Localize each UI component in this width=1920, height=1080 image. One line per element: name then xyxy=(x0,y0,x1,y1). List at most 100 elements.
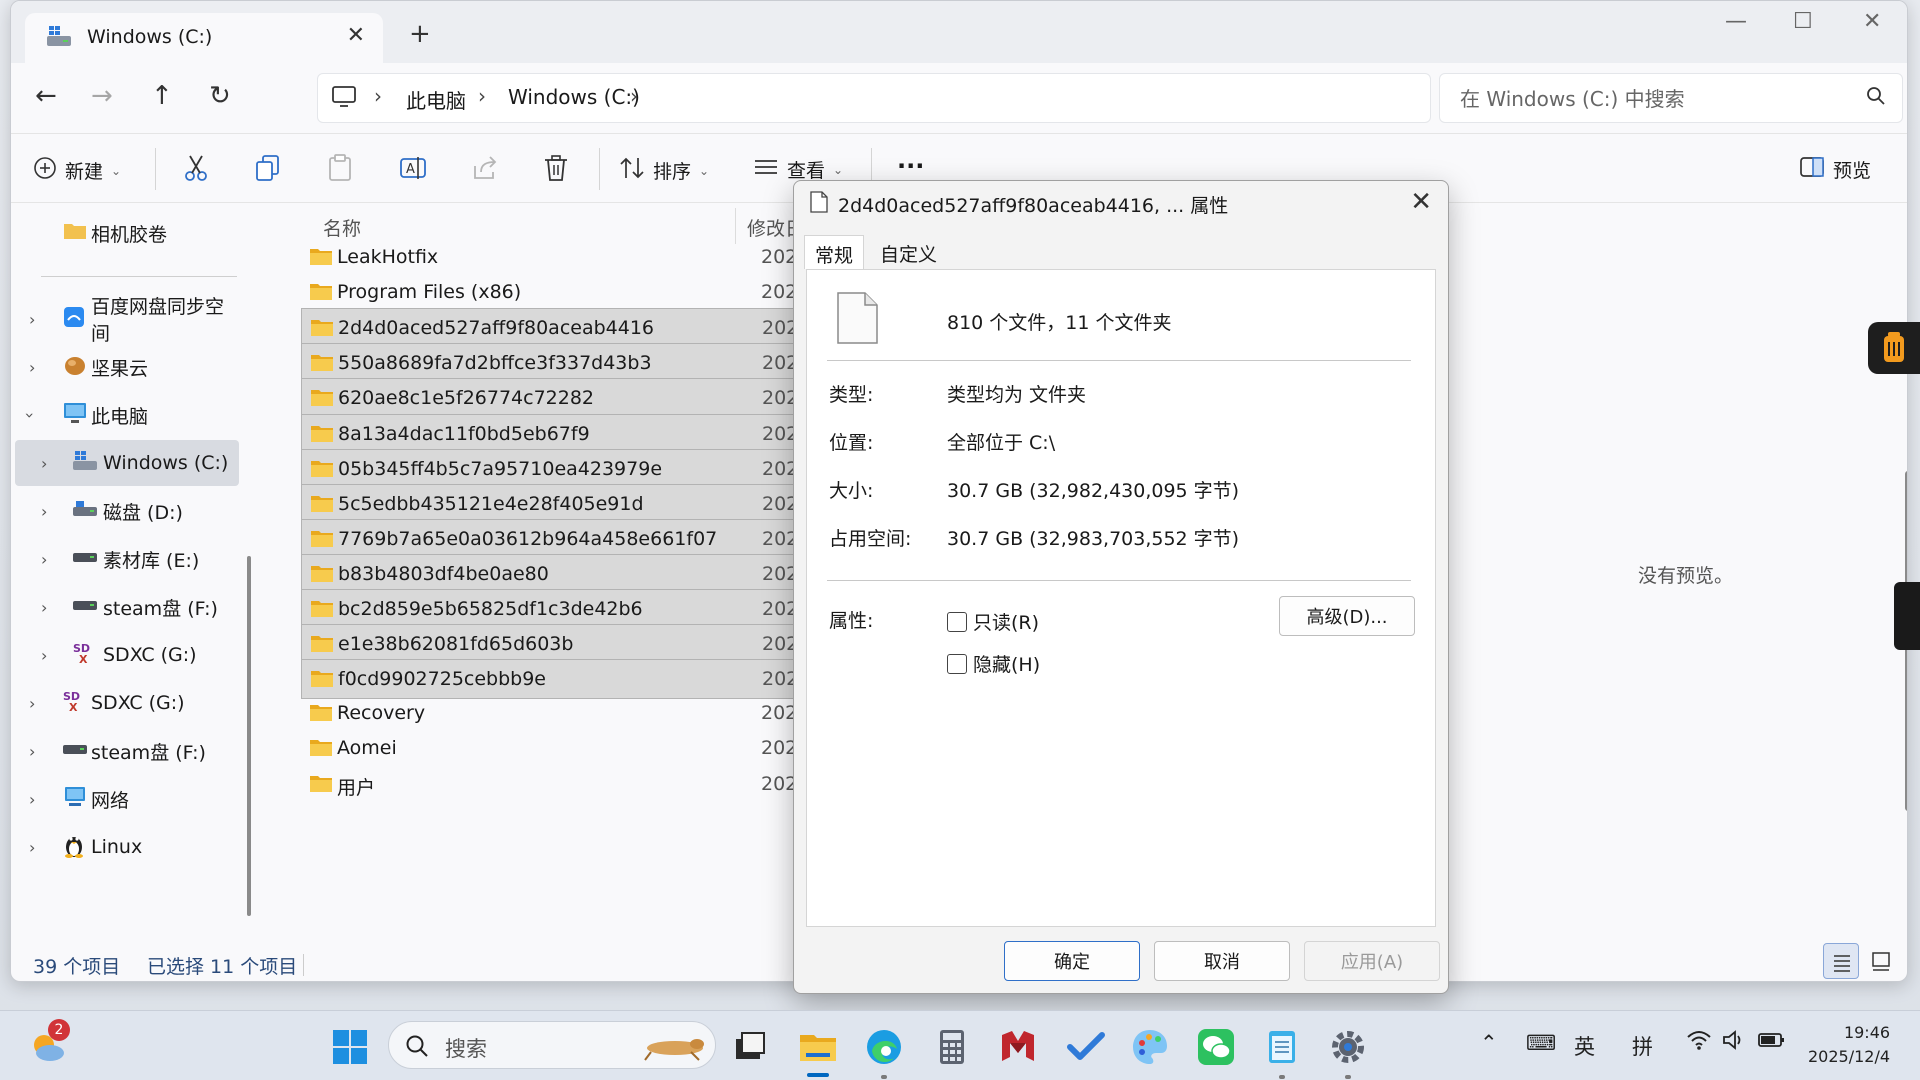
refresh-button[interactable]: ↻ xyxy=(209,81,231,111)
share-icon[interactable] xyxy=(471,154,499,187)
taskbar-app-todo[interactable] xyxy=(1066,1027,1106,1067)
chevron-right-icon[interactable]: › xyxy=(41,502,47,521)
battery-icon[interactable] xyxy=(1758,1029,1786,1056)
rename-icon[interactable]: A xyxy=(399,154,427,187)
floating-widget[interactable] xyxy=(1868,322,1920,374)
tab-custom[interactable]: 自定义 xyxy=(870,235,947,269)
new-tab-button[interactable]: + xyxy=(409,19,431,49)
side-panel-handle[interactable] xyxy=(1894,582,1920,650)
view-button[interactable]: 查看 ⌄ xyxy=(753,156,843,183)
taskbar-app-red-book[interactable] xyxy=(998,1027,1038,1067)
ok-button[interactable]: 确定 xyxy=(1004,941,1140,981)
checkbox-box[interactable] xyxy=(947,611,967,632)
tiles-view-button[interactable] xyxy=(1863,943,1899,979)
taskbar-app-task-view[interactable] xyxy=(730,1027,770,1067)
cut-icon[interactable] xyxy=(183,154,209,187)
breadcrumb-chevron-icon[interactable]: › xyxy=(374,84,382,108)
sidebar-item-camera-roll[interactable]: 相机胶卷 xyxy=(11,210,239,256)
minimize-button[interactable]: — xyxy=(1725,9,1747,34)
table-row[interactable]: 5c5edbb435121e4e28f405e91d2025/8 xyxy=(301,483,829,524)
tab-general[interactable]: 常规 xyxy=(804,235,865,269)
table-row[interactable]: 7769b7a65e0a03612b964a458e661f072025/8 xyxy=(301,518,829,559)
sidebar-item-disk-e[interactable]: › 素材库 (E:) xyxy=(11,536,239,582)
wifi-icon[interactable] xyxy=(1686,1029,1712,1056)
chevron-right-icon[interactable]: › xyxy=(29,310,35,329)
sidebar-item-disk-f[interactable]: › steam盘 (F:) xyxy=(11,584,239,630)
readonly-checkbox[interactable]: 只读(R) xyxy=(947,608,1039,635)
input-mode-indicator[interactable]: 拼 xyxy=(1632,1031,1653,1061)
close-window-button[interactable]: ✕ xyxy=(1863,9,1881,34)
show-hidden-icons-button[interactable]: ⌃ xyxy=(1480,1031,1498,1055)
table-row[interactable]: e1e38b62081fd65d603b2025/8 xyxy=(301,624,829,665)
dialog-close-button[interactable]: ✕ xyxy=(1410,187,1432,217)
table-row[interactable]: Aomei2025/7 xyxy=(301,729,828,769)
taskbar-app-notepad[interactable] xyxy=(1262,1027,1302,1067)
details-view-button[interactable] xyxy=(1823,943,1859,979)
table-row[interactable]: b83b4803df4be0ae802025/8 xyxy=(301,553,829,594)
chevron-down-icon[interactable]: › xyxy=(21,412,40,418)
table-row[interactable]: 05b345ff4b5c7a95710ea423979e2025/8 xyxy=(301,448,829,489)
table-row[interactable]: 2d4d0aced527aff9f80aceab44162025/1 xyxy=(301,308,829,349)
table-row[interactable]: 8a13a4dac11f0bd5eb67f92025/1 xyxy=(301,413,829,454)
chevron-right-icon[interactable]: › xyxy=(29,790,35,809)
chevron-right-icon[interactable]: › xyxy=(41,646,47,665)
search-input[interactable] xyxy=(1460,84,1840,114)
advanced-button[interactable]: 高级(D)... xyxy=(1279,596,1415,636)
sidebar-item-this-pc[interactable]: › 此电脑 xyxy=(11,392,239,438)
taskbar-app-file-explorer[interactable] xyxy=(798,1027,838,1067)
delete-icon[interactable] xyxy=(543,154,569,187)
chevron-right-icon[interactable]: › xyxy=(41,550,47,569)
chevron-right-icon[interactable]: › xyxy=(29,838,35,857)
table-row[interactable]: bc2d859e5b65825df1c3de42b62025/8 xyxy=(301,589,829,629)
preview-pane-button[interactable]: 预览 xyxy=(1799,156,1871,183)
chevron-right-icon[interactable]: › xyxy=(29,742,35,761)
monitor-icon[interactable] xyxy=(332,86,356,113)
keyboard-icon[interactable]: ⌨ xyxy=(1526,1031,1556,1055)
table-row[interactable]: Program Files (x86)2025/1 xyxy=(301,273,828,313)
sidebar-item-windows-c[interactable]: › Windows (C:) xyxy=(15,440,239,486)
close-tab-icon[interactable]: ✕ xyxy=(347,23,365,48)
taskbar-app-paint[interactable] xyxy=(1130,1027,1170,1067)
cancel-button[interactable]: 取消 xyxy=(1154,941,1290,981)
address-bar[interactable]: › 此电脑 › Windows (C:) › xyxy=(317,73,1431,123)
start-button[interactable] xyxy=(330,1027,370,1067)
table-row[interactable]: 550a8689fa7d2bffce3f337d43b32025/1 xyxy=(301,343,829,384)
taskbar-app-edge[interactable] xyxy=(864,1027,904,1067)
volume-icon[interactable] xyxy=(1722,1029,1746,1056)
breadcrumb-this-pc[interactable]: 此电脑 xyxy=(406,85,466,114)
sidebar-item-linux[interactable]: › Linux xyxy=(11,824,239,870)
sidebar-item-network[interactable]: › 网络 xyxy=(11,776,239,822)
table-row[interactable]: f0cd9902725cebbb9e2025/8 xyxy=(301,659,829,700)
sort-button[interactable]: 排序 ⌄ xyxy=(619,156,709,185)
apply-button[interactable]: 应用(A) xyxy=(1304,941,1440,981)
paste-icon[interactable] xyxy=(327,154,353,187)
breadcrumb-chevron-icon[interactable]: › xyxy=(478,84,486,108)
sidebar-item-baidu-netdisk[interactable]: › 百度网盘同步空间 xyxy=(11,296,239,345)
taskbar-app-wechat[interactable] xyxy=(1196,1027,1236,1067)
taskbar-app-calculator[interactable] xyxy=(932,1027,972,1067)
hidden-checkbox[interactable]: 隐藏(H) xyxy=(947,650,1040,677)
up-button[interactable]: ↑ xyxy=(151,81,173,111)
more-options-button[interactable]: ··· xyxy=(897,152,924,180)
input-language-indicator[interactable]: 英 xyxy=(1574,1031,1595,1061)
taskbar-search[interactable]: 搜索 xyxy=(388,1021,716,1069)
table-row[interactable]: LeakHotfix2025/1 xyxy=(301,238,828,278)
checkbox-box[interactable] xyxy=(947,653,967,674)
search-box[interactable] xyxy=(1439,73,1903,123)
chevron-right-icon[interactable]: › xyxy=(41,454,47,473)
taskbar-app-settings[interactable] xyxy=(1328,1027,1368,1067)
maximize-button[interactable]: ☐ xyxy=(1793,9,1813,34)
breadcrumb-windows-c[interactable]: Windows (C:) xyxy=(508,85,640,109)
forward-button[interactable]: → xyxy=(91,81,113,111)
tab-windows-c[interactable]: Windows (C:) ✕ xyxy=(25,13,383,63)
search-icon[interactable] xyxy=(1866,86,1886,111)
table-row[interactable]: 620ae8c1e5f26774c722822025/1 xyxy=(301,378,829,419)
sidebar-item-sdxc-g[interactable]: › SD X SDXC (G:) xyxy=(11,632,239,678)
chevron-right-icon[interactable]: › xyxy=(41,598,47,617)
sidebar-item-steam-f[interactable]: › steam盘 (F:) xyxy=(11,728,239,774)
sidebar-item-nutstore[interactable]: › 坚果云 xyxy=(11,344,239,390)
sidebar-scrollbar[interactable] xyxy=(247,556,251,916)
chevron-right-icon[interactable]: › xyxy=(29,694,35,713)
chevron-right-icon[interactable]: › xyxy=(29,358,35,377)
table-row[interactable]: 用户2025/7 xyxy=(301,765,828,805)
